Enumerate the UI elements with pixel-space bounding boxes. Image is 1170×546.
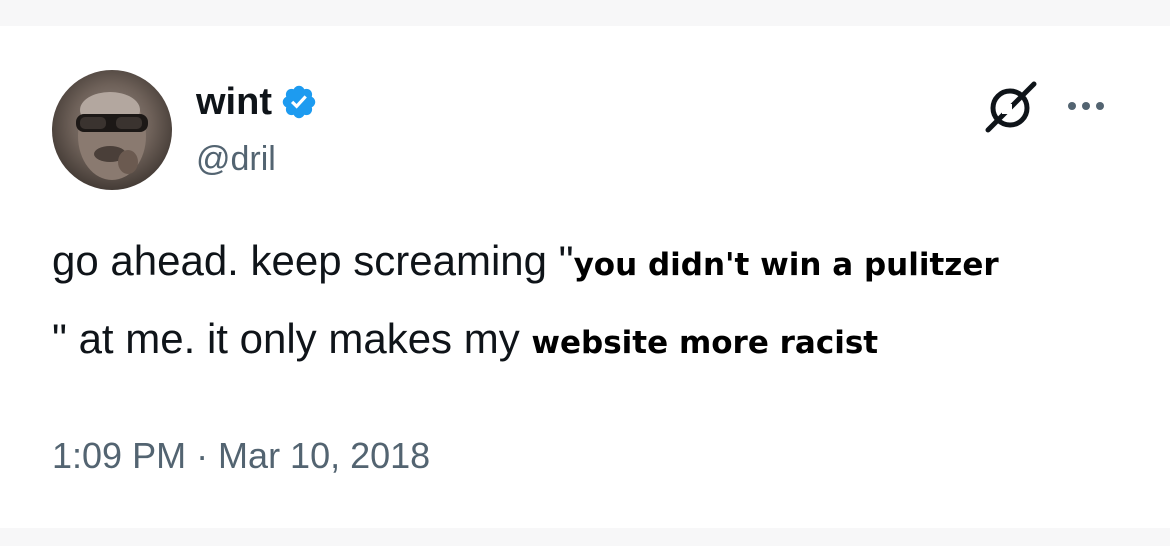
- display-name[interactable]: wint: [196, 83, 272, 121]
- tweet-insert-2: website more racist: [531, 325, 879, 361]
- more-dots-icon[interactable]: [1062, 86, 1110, 126]
- author-name-row[interactable]: wint: [196, 78, 318, 126]
- tweet-insert-1: you didn't win a pulitzer: [573, 247, 999, 283]
- tweet-text: go ahead. keep screaming "you didn't win…: [52, 224, 1162, 380]
- tweet-line-1-text: go ahead. keep screaming ": [52, 237, 574, 284]
- tweet-line-2-text: " at me. it only makes my: [52, 315, 532, 362]
- tweet-line-1: go ahead. keep screaming "you didn't win…: [52, 224, 1162, 302]
- grok-icon[interactable]: [982, 78, 1038, 134]
- avatar-image: [76, 92, 148, 180]
- author-handle[interactable]: @dril: [196, 142, 276, 176]
- tweet-timestamp[interactable]: 1:09 PM · Mar 10, 2018: [52, 438, 430, 474]
- verified-badge-icon: [282, 85, 316, 119]
- avatar[interactable]: [52, 70, 172, 190]
- tweet-card: wint @dril go ahead. keep screaming "you…: [0, 26, 1170, 528]
- tweet-line-2: " at me. it only makes my website more r…: [52, 302, 1162, 380]
